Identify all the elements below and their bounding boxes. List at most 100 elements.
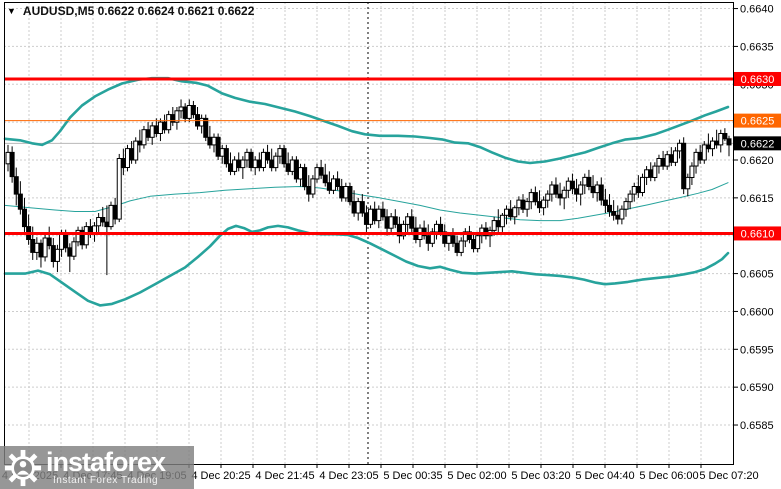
candle-body [368,208,374,225]
candle-body [104,221,110,228]
time-label: 5 Dec 06:00 [639,470,698,482]
candle-body [574,188,580,195]
candle-body [318,167,324,176]
candle-body [644,169,650,178]
candle-body [38,242,44,258]
time-label: 5 Dec 07:20 [699,470,758,482]
candle-body [190,105,196,116]
candle-body [223,148,229,165]
candle-body [648,169,654,178]
candle-body [635,186,641,194]
candle-body [50,245,56,263]
price-label: 0.6595 [740,344,774,356]
candle-body [372,208,378,222]
time-label: 5 Dec 03:20 [511,470,570,482]
candle-body [54,248,60,262]
candle-body [652,165,658,179]
candle-body [471,239,477,250]
candle-body [67,247,73,257]
candle-body [215,136,221,157]
candle-body [710,140,716,150]
candle-body [269,159,275,169]
candle-body [199,117,205,127]
candle-body [330,178,336,191]
candle-body [207,136,213,146]
candle-body [639,176,645,193]
candle-body [302,167,308,188]
instaforex-gear-logo-icon [4,449,42,486]
price-label: 0.6640 [740,4,774,16]
candle-body [627,193,633,203]
price-label: 0.6585 [740,420,774,432]
candle-body [351,201,357,214]
candle-body [450,235,456,244]
candle-body [615,214,621,220]
candle-body [273,155,279,169]
candle-body [9,151,15,178]
candle-body [714,140,720,146]
candle-body [166,114,172,131]
candle-body [491,220,497,231]
candle-body [677,142,683,152]
time-label: 5 Dec 00:35 [383,470,442,482]
candle-body [108,204,114,228]
candle-body [236,159,242,169]
candle-body [277,148,283,157]
candle-body [384,216,390,229]
candle-body [495,220,501,228]
candle-body [516,199,522,209]
candle-body [409,216,415,229]
candle-body [549,184,555,195]
candle-body [631,186,637,195]
candle-body [438,223,444,233]
candle-body [298,167,304,180]
candle-body [34,242,40,253]
candle-body [561,189,567,199]
candle-body [322,174,328,184]
candle-body [293,159,299,180]
candle-body [240,159,246,169]
candle-body [545,193,551,201]
price-label: 0.6635 [740,41,774,53]
candle-body [541,199,547,209]
candle-body [512,207,518,218]
candle-body [536,201,542,209]
price-axis: 0.6640 0.6635 0.6630 0.6625 0.6620 0.6615 0.66… [733,4,774,432]
candle-body [565,180,571,191]
candle-body [685,176,691,190]
candle-body [265,151,271,161]
candle-body [42,237,48,258]
candle-body [376,208,382,222]
candle-body [355,201,361,214]
level-badge-0.6610-text: 0.6610 [741,228,775,240]
chart-dropdown-icon[interactable]: ▼ [7,6,16,16]
candle-body [392,216,398,225]
candle-body [347,186,353,203]
candle-body [458,240,464,253]
candle-body [557,193,563,199]
candle-body [598,184,604,201]
price-chart-canvas[interactable]: 0.6640 0.6635 0.6630 0.6625 0.6620 0.6615 0.66… [0,0,781,489]
price-label: 0.6605 [740,269,774,281]
watermark-brand: instaforex [46,447,166,477]
candle-body [660,158,666,167]
candle-body [186,105,192,119]
candle-body [668,154,674,163]
candle-body [619,208,625,220]
candle-body [656,158,662,167]
time-label: 5 Dec 04:40 [575,470,634,482]
candle-body [718,133,724,146]
watermark-tagline: Instant Forex Trading [53,475,159,486]
candle-body [689,165,695,179]
candle-body [672,150,678,163]
candle-body [219,148,225,157]
candle-body [310,178,316,195]
candle-body [120,158,126,169]
candle-body [553,184,559,195]
candle-body [232,159,238,172]
candle-body [594,184,600,194]
chart-title-bar: ▼ AUDUSD,M5 0.6622 0.6624 0.6621 0.6622 [7,4,254,18]
candle-body [281,148,287,165]
candle-body [203,117,209,138]
price-label: 0.6620 [740,155,774,167]
